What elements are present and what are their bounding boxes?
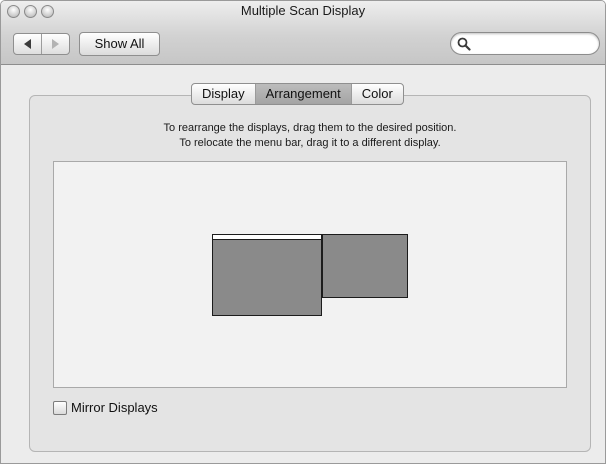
tab-color[interactable]: Color xyxy=(350,84,403,104)
forward-arrow-icon xyxy=(52,39,59,49)
search-input[interactable] xyxy=(450,32,600,55)
show-all-button[interactable]: Show All xyxy=(79,32,160,56)
mirror-displays-label: Mirror Displays xyxy=(71,400,158,415)
title-toolbar: Multiple Scan Display Show All xyxy=(1,1,605,65)
back-button[interactable] xyxy=(14,34,41,54)
tab-arrangement[interactable]: Arrangement xyxy=(254,84,351,104)
mirror-displays-option[interactable]: Mirror Displays xyxy=(53,400,158,415)
window-title: Multiple Scan Display xyxy=(240,3,366,18)
display-arrangement-area xyxy=(53,161,567,388)
mirror-displays-checkbox[interactable] xyxy=(53,400,67,415)
forward-button[interactable] xyxy=(41,34,69,54)
secondary-display[interactable] xyxy=(322,234,408,298)
main-display[interactable] xyxy=(212,234,322,316)
tab-control: Display Arrangement Color xyxy=(191,83,404,105)
tab-display[interactable]: Display xyxy=(192,84,255,104)
instruction-line-2: To relocate the menu bar, drag it to a d… xyxy=(179,137,441,149)
preferences-window: Multiple Scan Display Show All Display A… xyxy=(0,0,606,464)
back-arrow-icon xyxy=(24,39,31,49)
menu-bar-handle[interactable] xyxy=(213,235,321,240)
history-nav xyxy=(13,33,70,55)
instruction-line-1: To rearrange the displays, drag them to … xyxy=(163,122,457,134)
magnifier-icon xyxy=(457,37,471,51)
